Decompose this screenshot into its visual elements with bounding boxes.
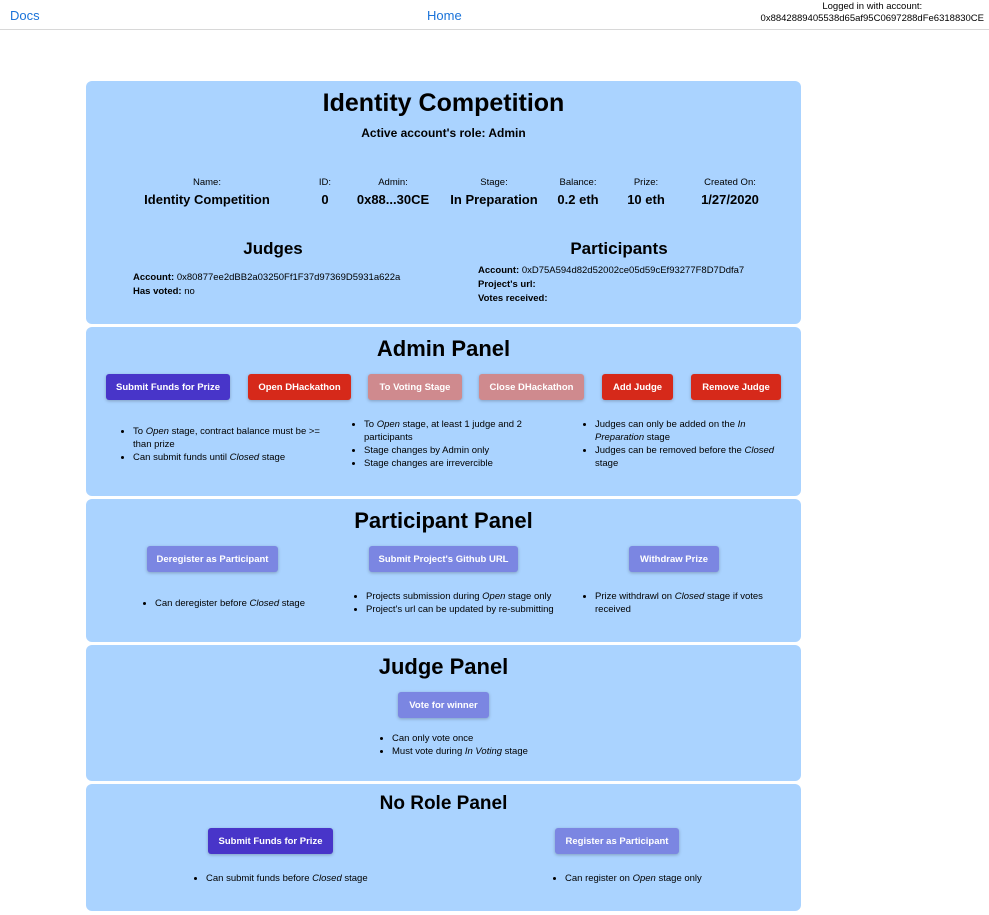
judge-notes: Can only vote once Must vote during In V…: [378, 732, 598, 758]
list-item: Judges can be removed before the Closed …: [595, 444, 781, 470]
register-participant-button[interactable]: Register as Participant: [555, 828, 679, 854]
stat-label: Created On:: [704, 177, 756, 188]
vote-for-winner-button[interactable]: Vote for winner: [398, 692, 489, 718]
stat-value: 0.2 eth: [557, 192, 599, 207]
participant-votes-label: Votes received:: [478, 293, 548, 304]
add-judge-button[interactable]: Add Judge: [602, 374, 673, 400]
stat-value: 10 eth: [627, 192, 665, 207]
stat-label: Balance:: [559, 177, 597, 188]
login-account: 0x8842889405538d65af95C0697288dFe6318830…: [760, 13, 984, 24]
deregister-participant-button[interactable]: Deregister as Participant: [147, 546, 278, 572]
list-item: Stage changes are irrevercible: [364, 457, 550, 470]
participant-panel-title: Participant Panel: [354, 508, 533, 533]
stat-value: 0x88...30CE: [356, 192, 430, 207]
admin-panel: Admin Panel Submit Funds for Prize Open …: [86, 327, 801, 496]
stat-created-on: Created On: 1/27/2020: [686, 177, 774, 207]
list-item: Judges can only be added on the In Prepa…: [595, 418, 781, 444]
list-item: Can register on Open stage only: [565, 872, 771, 885]
judge-voted: no: [184, 286, 195, 297]
login-info: Logged in with account: 0x8842889405538d…: [761, 1, 984, 25]
no-role-panel: No Role Panel Submit Funds for Prize Reg…: [86, 784, 801, 911]
judge-panel: Judge Panel Vote for winner Can only vot…: [86, 645, 801, 781]
list-item: To Open stage, contract balance must be …: [133, 425, 324, 451]
stat-admin: Admin: 0x88...30CE: [348, 177, 438, 207]
submit-github-url-button[interactable]: Submit Project's Github URL: [369, 546, 518, 572]
participant-account: 0xD75A594d82d52002ce05d59cEf93277F8D7Ddf…: [521, 265, 745, 276]
admin-panel-title: Admin Panel: [376, 336, 511, 361]
stat-name: Name: Identity Competition: [144, 177, 270, 207]
judge-account: 0x80877ee2dBB2a03250Ff1F37d97369D5931a62…: [176, 272, 401, 283]
stat-id: ID: 0: [310, 177, 340, 207]
stat-label: Stage:: [480, 177, 508, 188]
admin-submit-funds-button[interactable]: Submit Funds for Prize: [106, 374, 230, 400]
participant-account-label: Account:: [478, 265, 520, 276]
norole-submit-funds-button[interactable]: Submit Funds for Prize: [208, 828, 333, 854]
stat-value: 0: [321, 192, 329, 207]
login-label: Logged in with account:: [822, 1, 923, 12]
participant-notes-deregister: Can deregister before Closed stage: [141, 597, 341, 610]
judges-heading: Judges: [243, 239, 303, 258]
judge-voted-label: Has voted:: [133, 286, 182, 297]
stat-label: Admin:: [378, 177, 408, 188]
participant-panel: Participant Panel Deregister as Particip…: [86, 499, 801, 642]
judge-account-label: Account:: [133, 272, 175, 283]
open-dhackathon-button[interactable]: Open DHackathon: [248, 374, 351, 400]
stat-label: ID:: [318, 177, 332, 188]
stat-label: Name:: [193, 177, 221, 188]
participant-notes-submission: Projects submission during Open stage on…: [352, 590, 567, 616]
list-item: Can deregister before Closed stage: [155, 597, 341, 610]
active-role: Active account's role: Admin: [361, 126, 526, 140]
close-dhackathon-button[interactable]: Close DHackathon: [479, 374, 584, 400]
list-item: Projects submission during Open stage on…: [366, 590, 567, 603]
to-voting-stage-button[interactable]: To Voting Stage: [368, 374, 462, 400]
list-item: Project's url can be updated by re-submi…: [366, 603, 567, 616]
stat-value: Identity Competition: [144, 192, 270, 207]
competition-title: Identity Competition: [322, 89, 565, 117]
stat-label: Prize:: [633, 177, 659, 188]
participants-heading: Participants: [570, 239, 668, 258]
norole-notes-register: Can register on Open stage only: [551, 872, 771, 885]
admin-notes-stages: To Open stage, at least 1 judge and 2 pa…: [350, 418, 550, 470]
judge-entry: Account: 0x80877ee2dBB2a03250Ff1F37d9736…: [133, 271, 400, 299]
no-role-panel-title: No Role Panel: [379, 793, 508, 814]
top-nav-bar: Docs Home Logged in with account: 0x8842…: [0, 0, 989, 30]
norole-notes-funds: Can submit funds before Closed stage: [192, 872, 422, 885]
list-item: To Open stage, at least 1 judge and 2 pa…: [364, 418, 550, 444]
participant-entry: Account: 0xD75A594d82d52002ce05d59cEf932…: [478, 264, 744, 306]
list-item: Can submit funds until Closed stage: [133, 451, 324, 464]
stat-value: In Preparation: [450, 192, 538, 207]
admin-notes-judges: Judges can only be added on the In Prepa…: [581, 418, 781, 470]
admin-notes-funds: To Open stage, contract balance must be …: [119, 425, 324, 464]
list-item: Stage changes by Admin only: [364, 444, 550, 457]
stat-balance: Balance: 0.2 eth: [550, 177, 606, 207]
participant-notes-withdraw: Prize withdrawl on Closed stage if votes…: [581, 590, 781, 616]
list-item: Prize withdrawl on Closed stage if votes…: [595, 590, 781, 616]
participant-url-label: Project's url:: [478, 279, 536, 290]
docs-link[interactable]: Docs: [10, 8, 40, 23]
competition-info-card: Identity Competition Active account's ro…: [86, 81, 801, 324]
list-item: Can submit funds before Closed stage: [206, 872, 422, 885]
remove-judge-button[interactable]: Remove Judge: [691, 374, 781, 400]
withdraw-prize-button[interactable]: Withdraw Prize: [629, 546, 719, 572]
list-item: Can only vote once: [392, 732, 598, 745]
stat-value: 1/27/2020: [701, 192, 759, 207]
home-link[interactable]: Home: [427, 8, 462, 23]
stat-stage: Stage: In Preparation: [444, 177, 544, 207]
judge-panel-title: Judge Panel: [378, 654, 509, 679]
stat-prize: Prize: 10 eth: [616, 177, 676, 207]
list-item: Must vote during In Voting stage: [392, 745, 598, 758]
